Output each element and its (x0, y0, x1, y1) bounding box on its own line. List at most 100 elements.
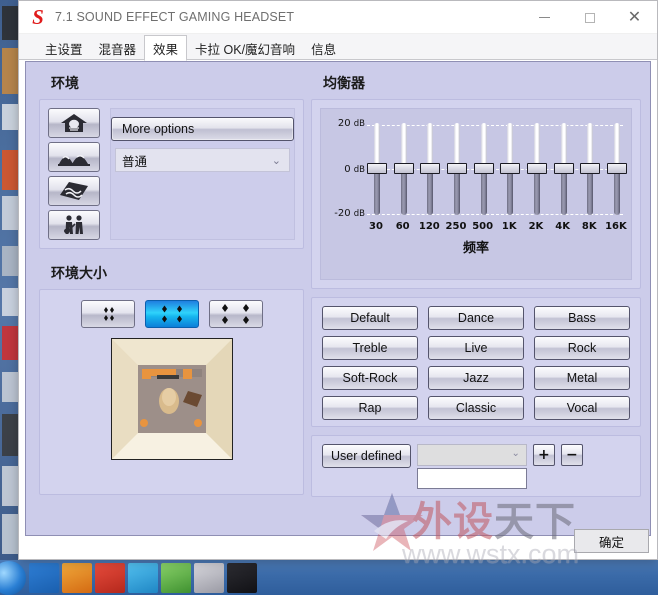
eq-slider-120[interactable] (420, 123, 441, 215)
eq-slider-thumb[interactable] (420, 163, 441, 174)
eq-slider-thumb[interactable] (580, 163, 601, 174)
eq-slider-500[interactable] (473, 123, 494, 215)
remove-preset-button[interactable]: − (560, 444, 583, 466)
size-medium-button[interactable] (144, 300, 199, 328)
eq-slider-2k[interactable] (526, 123, 547, 215)
eq-slider-4k[interactable] (553, 123, 574, 215)
live-environment-glyph (64, 215, 83, 234)
environment-preset-select[interactable]: 普通 ⌄ (115, 148, 290, 172)
close-button[interactable]: ✕ (612, 1, 657, 34)
user-defined-button[interactable]: User defined (322, 444, 411, 468)
room-environment-icon[interactable] (48, 108, 100, 138)
maximize-button[interactable] (567, 1, 612, 34)
eq-axis-unit: dB (353, 119, 365, 129)
tab-info[interactable]: 信息 (303, 36, 344, 60)
environment-icon-list (48, 108, 100, 240)
preset-treble-button[interactable]: Treble (322, 336, 418, 360)
preset-rock-button[interactable]: Rock (534, 336, 630, 360)
preset-default-button[interactable]: Default (322, 306, 418, 330)
minimize-icon (539, 17, 550, 18)
preset-live-button[interactable]: Live (428, 336, 524, 360)
window-title: 7.1 SOUND EFFECT GAMING HEADSET (55, 10, 295, 24)
maximize-icon (584, 12, 595, 23)
taskbar-icon[interactable] (128, 562, 158, 593)
live-environment-icon[interactable] (48, 210, 100, 240)
user-defined-select[interactable]: ⌄ (416, 444, 527, 466)
eq-slider-thumb[interactable] (553, 163, 574, 174)
add-preset-button[interactable]: + (532, 444, 555, 466)
eq-slider-60[interactable] (393, 123, 414, 215)
minimize-button[interactable] (522, 1, 567, 34)
preset-rap-button[interactable]: Rap (322, 396, 418, 420)
title-bar: S 7.1 SOUND EFFECT GAMING HEADSET ✕ (19, 1, 657, 34)
equalizer-preset-grid: Default Dance Bass Treble Live Rock Soft… (322, 306, 630, 420)
tab-mixer[interactable]: 混音器 (91, 36, 145, 60)
eq-slider-thumb[interactable] (446, 163, 467, 174)
tab-effects[interactable]: 效果 (144, 35, 188, 61)
eq-track-lower (507, 169, 514, 215)
environment-controls: More options 普通 ⌄ (110, 108, 295, 240)
taskbar-icon[interactable] (29, 562, 59, 593)
environment-size-options (40, 300, 303, 328)
chevron-down-icon: ⌄ (511, 448, 520, 459)
more-options-button[interactable]: More options (111, 117, 294, 141)
taskbar[interactable] (0, 560, 658, 595)
eq-freq-label: 16K (605, 221, 627, 232)
preset-bass-button[interactable]: Bass (534, 306, 630, 330)
preset-metal-button[interactable]: Metal (534, 366, 630, 390)
eq-axis-label-bottom: -20 dB (321, 208, 365, 219)
eq-slider-1k[interactable] (500, 123, 521, 215)
size-large-button[interactable] (208, 300, 263, 328)
tab-bar: 主设置 混音器 效果 卡拉 OK/魔幻音响 信息 (19, 34, 657, 61)
eq-slider-8k[interactable] (580, 123, 601, 215)
user-defined-select-wrapper: ⌄ (416, 444, 527, 489)
ok-button[interactable]: 确定 (574, 529, 649, 553)
eq-axis-unit: dB (353, 209, 365, 219)
eq-axis-label-top: 20 dB (321, 118, 365, 129)
size-small-button[interactable] (80, 300, 135, 328)
taskbar-icon[interactable] (95, 562, 125, 593)
user-defined-name-input[interactable] (416, 468, 527, 489)
tab-karaoke[interactable]: 卡拉 OK/魔幻音响 (187, 36, 303, 60)
cave-environment-glyph (58, 155, 90, 166)
eq-slider-thumb[interactable] (606, 163, 627, 174)
room-preview-graphic (111, 339, 232, 459)
eq-slider-thumb[interactable] (473, 163, 494, 174)
preset-soft-rock-button[interactable]: Soft-Rock (322, 366, 418, 390)
eq-track-lower (560, 169, 567, 215)
eq-track-lower (613, 169, 620, 215)
eq-slider-30[interactable] (367, 123, 387, 215)
carpet-environment-icon[interactable] (48, 176, 100, 206)
eq-slider-250[interactable] (446, 123, 467, 215)
equalizer-chart: 20 dB 0 dB -20 dB 30 60 120 250 500 1K 2… (320, 108, 632, 280)
tab-main-settings[interactable]: 主设置 (37, 36, 91, 60)
application-window: S 7.1 SOUND EFFECT GAMING HEADSET ✕ 主设置 … (18, 0, 658, 560)
eq-freq-label: 120 (418, 221, 440, 232)
start-button-icon[interactable] (0, 560, 26, 595)
preset-classic-button[interactable]: Classic (428, 396, 524, 420)
taskbar-icon[interactable] (194, 562, 224, 593)
eq-axis-label-mid: 0 dB (321, 164, 365, 175)
chevron-down-icon: ⌄ (271, 154, 281, 167)
taskbar-icon[interactable] (62, 562, 92, 593)
eq-slider-thumb[interactable] (367, 163, 387, 174)
eq-axis-value: -20 (334, 208, 351, 219)
environment-size-group (39, 289, 304, 495)
cave-environment-icon[interactable] (48, 142, 100, 172)
eq-slider-thumb[interactable] (500, 163, 521, 174)
eq-track-lower (427, 169, 434, 215)
eq-slider-16k[interactable] (606, 123, 627, 215)
preset-dance-button[interactable]: Dance (428, 306, 524, 330)
preset-vocal-button[interactable]: Vocal (534, 396, 630, 420)
taskbar-icon[interactable] (161, 562, 191, 593)
taskbar-icon[interactable] (227, 562, 257, 593)
eq-track-lower (374, 169, 380, 215)
eq-axis-value: 20 (337, 118, 351, 129)
eq-track-lower (533, 169, 540, 215)
app-logo-icon: S (32, 4, 44, 29)
preset-jazz-button[interactable]: Jazz (428, 366, 524, 390)
eq-slider-thumb[interactable] (393, 163, 414, 174)
window-controls: ✕ (522, 1, 657, 33)
environment-title: 环境 (51, 76, 79, 92)
eq-slider-thumb[interactable] (526, 163, 547, 174)
